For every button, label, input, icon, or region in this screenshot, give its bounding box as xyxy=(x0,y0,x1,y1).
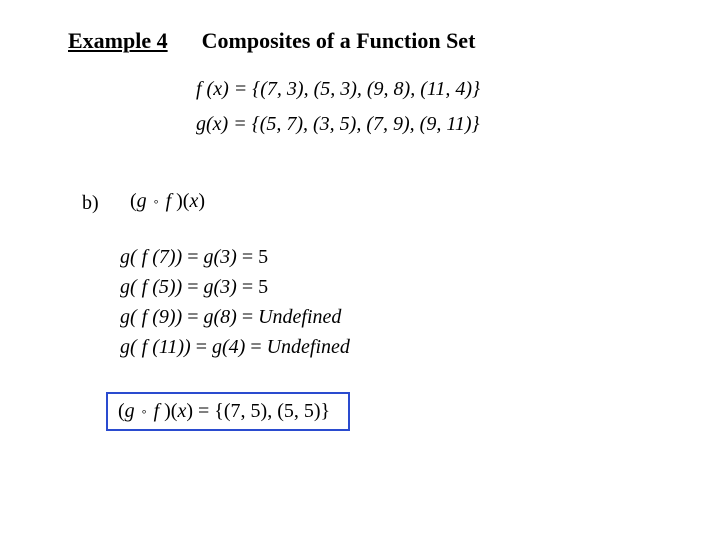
composition-g: g xyxy=(137,190,147,212)
work-rhs: Undefined xyxy=(258,306,341,328)
composition-x: x xyxy=(189,190,198,212)
part-label: b) xyxy=(82,192,99,215)
compose-icon: ∘ xyxy=(140,406,149,418)
work-rhs: 5 xyxy=(258,276,268,298)
equals-icon: = xyxy=(250,336,266,358)
work-lhs: g( f (9)) xyxy=(120,306,182,328)
f-definition: f (x) = {(7, 3), (5, 3), (9, 8), (11, 4)… xyxy=(196,78,480,101)
result-f: f xyxy=(154,400,165,422)
work-mid: g(3) xyxy=(203,276,236,298)
equals-icon: = xyxy=(242,246,258,268)
work-mid: g(8) xyxy=(203,306,236,328)
work-lhs: g( f (7)) xyxy=(120,246,182,268)
page-title: Composites of a Function Set xyxy=(202,28,476,54)
work-lhs: g( f (5)) xyxy=(120,276,182,298)
work-rhs: 5 xyxy=(258,246,268,268)
composition-end: ) xyxy=(198,190,205,212)
equals-icon: = xyxy=(187,246,203,268)
equals-icon: = xyxy=(198,400,214,422)
equals-icon: = xyxy=(242,306,258,328)
g-definition: g(x) = {(5, 7), (3, 5), (7, 9), (9, 11)} xyxy=(196,113,480,136)
example-number: Example 4 xyxy=(68,28,168,54)
composition-close: )( xyxy=(176,190,189,212)
f-definition-text: f (x) = {(7, 3), (5, 3), (9, 8), (11, 4)… xyxy=(196,78,480,100)
composition-f: f xyxy=(166,190,177,212)
header-row: Example 4 Composites of a Function Set xyxy=(68,28,475,54)
work-mid: g(4) xyxy=(212,336,245,358)
result-close: ) xyxy=(186,400,193,422)
composition-label: (g ∘ f )(x) xyxy=(130,190,205,213)
work-mid: g(3) xyxy=(203,246,236,268)
work-row: g( f (9)) = g(8) = Undefined xyxy=(120,302,350,332)
g-definition-text: g(x) = {(5, 7), (3, 5), (7, 9), (9, 11)} xyxy=(196,113,480,135)
result-open: ( xyxy=(118,400,125,422)
work-rhs: Undefined xyxy=(267,336,350,358)
result-box: (g ∘ f )(x) = {(7, 5), (5, 5)} xyxy=(106,392,350,431)
result-g: g xyxy=(125,400,135,422)
work-lhs: g( f (11)) xyxy=(120,336,191,358)
work-row: g( f (7)) = g(3) = 5 xyxy=(120,242,350,272)
work-row: g( f (5)) = g(3) = 5 xyxy=(120,272,350,302)
compose-icon: ∘ xyxy=(152,196,161,208)
result-x: x xyxy=(177,400,186,422)
result-set: {(7, 5), (5, 5)} xyxy=(214,400,330,422)
result-mid: )( xyxy=(164,400,177,422)
work-steps: g( f (7)) = g(3) = 5 g( f (5)) = g(3) = … xyxy=(120,242,350,362)
equals-icon: = xyxy=(196,336,212,358)
equals-icon: = xyxy=(242,276,258,298)
equals-icon: = xyxy=(187,276,203,298)
work-row: g( f (11)) = g(4) = Undefined xyxy=(120,332,350,362)
equals-icon: = xyxy=(187,306,203,328)
function-definitions: f (x) = {(7, 3), (5, 3), (9, 8), (11, 4)… xyxy=(196,78,480,148)
composition-open: ( xyxy=(130,190,137,212)
